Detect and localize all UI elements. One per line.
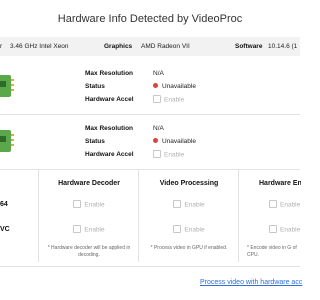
column-note: * Process video in GPU if enabled. [150, 245, 228, 251]
checkbox-label: Enable [164, 151, 185, 159]
process-with-hardware-link[interactable]: Process video with hardware acc [200, 279, 302, 286]
hardware-summary-bar: r 3.46 GHz Intel Xeon Graphics AMD Radeo… [0, 37, 300, 56]
hardware-accel-row: Hardware Accel Enable [85, 95, 184, 104]
hardware-accel-label: Hardware Accel [85, 151, 134, 158]
max-resolution-row: Max Resolution N/A [85, 70, 164, 77]
hardware-accel-checkbox[interactable]: Enable [153, 95, 185, 104]
checkbox-icon [269, 225, 277, 233]
checkbox-label: Enable [280, 226, 301, 234]
graphics-value: AMD Radeon VII [141, 43, 190, 50]
status-label: Status [85, 83, 105, 90]
cpu-label: r [0, 43, 3, 50]
encoder-h264-checkbox[interactable]: Enable [269, 200, 301, 209]
window-title: Hardware Info Detected by VideoProc [57, 13, 243, 25]
hardware-accel-label: Hardware Accel [85, 96, 134, 103]
status-row: Status Unavailable [85, 137, 196, 145]
cpu-value: 3.46 GHz Intel Xeon [10, 43, 69, 50]
codec-h264-label: 64 [0, 201, 8, 208]
encoder-hevc-checkbox[interactable]: Enable [269, 225, 301, 234]
column-note: * Encode video in G of CPU. [247, 245, 297, 258]
column-title: Video Processing [159, 180, 219, 187]
checkbox-icon [153, 95, 161, 103]
checkbox-label: Enable [280, 201, 301, 209]
divider [0, 266, 300, 267]
graphics-label: Graphics [104, 43, 133, 50]
max-resolution-value: N/A [153, 70, 164, 77]
hardware-accel-row: Hardware Accel Enable [85, 150, 184, 159]
max-resolution-label: Max Resolution [85, 125, 134, 132]
status-unavailable-icon [153, 137, 158, 143]
gpu-card-icon [0, 75, 14, 97]
software-label: Software [235, 43, 263, 50]
max-resolution-label: Max Resolution [85, 70, 134, 77]
column-title: Hardware Enc [259, 180, 301, 187]
checkbox-icon [153, 150, 161, 158]
acceleration-table: 64 VC Hardware Decoder Enable Enable * H… [0, 170, 301, 270]
decoder-h264-checkbox[interactable]: Enable [39, 200, 139, 209]
processing-hevc-checkbox[interactable]: Enable [139, 225, 239, 234]
column-hardware-decoder: Hardware Decoder Enable Enable * Hardwar… [38, 170, 139, 262]
checkbox-icon [73, 225, 82, 233]
checkbox-label: Enable [184, 201, 205, 209]
column-hardware-encoder: Hardware Enc Enable Enable * Encode vide… [238, 170, 301, 262]
software-value: 10.14.6 (1 [268, 43, 298, 50]
divider [0, 114, 300, 115]
checkbox-icon [173, 225, 182, 233]
gpu-card-1: Max Resolution N/A Status Unavailable Ha… [0, 62, 300, 113]
status-row: Status Unavailable [85, 82, 196, 90]
column-video-processing: Video Processing Enable Enable * Process… [138, 170, 239, 262]
codec-hevc-label: VC [0, 226, 10, 233]
checkbox-icon [269, 200, 277, 208]
gpu-card-icon [0, 130, 14, 152]
max-resolution-value: N/A [153, 125, 164, 132]
checkbox-label: Enable [84, 201, 105, 209]
hardware-accel-checkbox[interactable]: Enable [153, 150, 185, 159]
checkbox-label: Enable [84, 226, 105, 234]
gpu-card-2: Max Resolution N/A Status Unavailable Ha… [0, 117, 300, 168]
status-value: Unavailable [162, 138, 196, 145]
checkbox-label: Enable [184, 226, 205, 234]
checkbox-icon [73, 200, 82, 208]
status-value: Unavailable [162, 83, 196, 90]
status-unavailable-icon [153, 82, 158, 88]
status-label: Status [85, 138, 105, 145]
column-note: * Hardware decoder will be applied in de… [47, 245, 131, 258]
checkbox-label: Enable [164, 96, 185, 104]
max-resolution-row: Max Resolution N/A [85, 125, 164, 132]
column-title: Hardware Decoder [58, 180, 120, 187]
processing-h264-checkbox[interactable]: Enable [139, 200, 239, 209]
checkbox-icon [173, 200, 182, 208]
decoder-hevc-checkbox[interactable]: Enable [39, 225, 139, 234]
